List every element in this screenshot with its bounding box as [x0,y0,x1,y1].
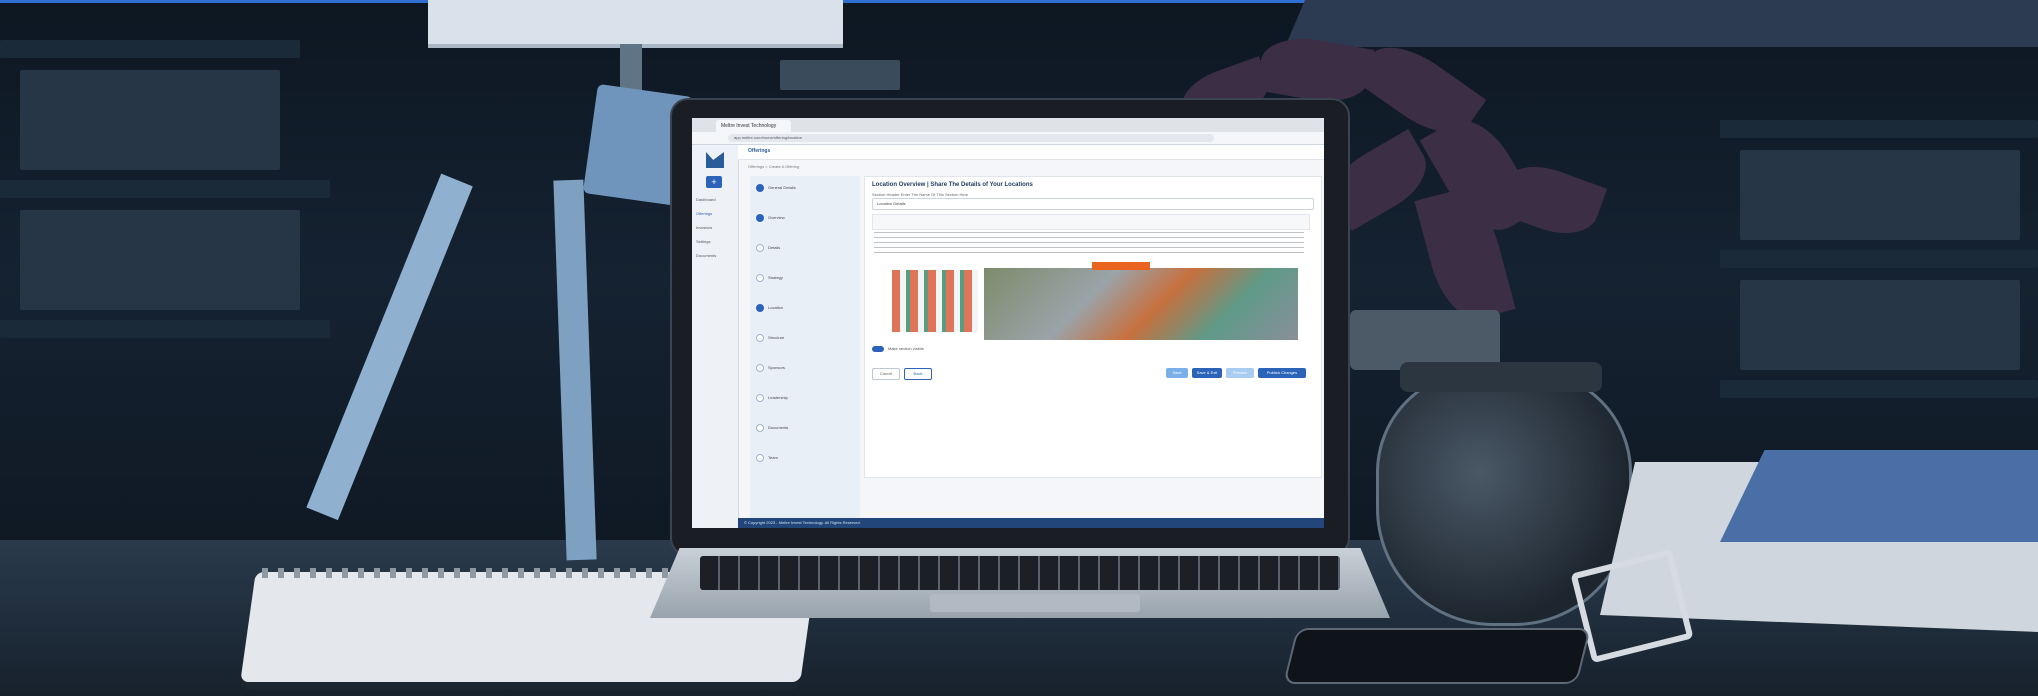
shelf [0,40,300,58]
save-exit-button: Save & Exit [1192,368,1222,378]
back-button: Back [904,368,932,380]
app-header [738,145,1324,160]
laptop-keyboard [700,556,1340,590]
map-label-tag [1092,262,1150,270]
add-button: + [706,176,722,188]
step-dot [756,184,764,192]
sidebar-item: Settings [696,239,711,244]
step-label: Structure [768,335,785,340]
shelf [1720,380,2038,398]
sidebar-item: Investors [696,225,713,230]
step-dot [756,214,764,222]
step-dot [756,364,764,372]
step-label: Sponsors [768,365,785,370]
section-header-field: Location Details [872,198,1314,210]
aerial-photo [984,268,1298,340]
step-label: Leadership [768,395,788,400]
step-label: Details [768,245,781,250]
breadcrumb: Offerings > Create A Offering [748,164,800,169]
address-bar: app.meltre.com/home/offering/location [728,134,1214,142]
book-stack [20,210,300,310]
office-desk-photo: Meltre Invest Technology app.meltre.com/… [0,0,2038,696]
desk-lamp-head [428,0,843,48]
visibility-toggle [872,346,884,352]
step-label: Team [768,455,778,460]
step-dot [756,454,764,462]
laptop-trackpad [930,594,1140,612]
step-dot [756,304,764,312]
step-label: General Details [768,185,796,190]
shelf [1720,120,2038,138]
smartphone [1283,628,1591,684]
step-dot [756,424,764,432]
publish-button: Publish Changes [1258,368,1306,378]
step-label: Documents [768,425,789,430]
book-stack [20,70,280,170]
cancel-button: Cancel [872,368,900,380]
shelf [0,180,330,198]
blue-folder [1720,450,2038,542]
step-dot [756,394,764,402]
shelf [0,320,330,338]
jar-lid [1400,362,1602,392]
page-title: Location Overview | Share The Details of… [872,182,1033,188]
step-label: Location [768,305,784,310]
desk-lamp-leg [553,179,597,561]
section-title: Offerings [748,148,771,154]
app-footer: © Copyright 2023 - Meltre Invest Technol… [738,518,1324,528]
laptop-screen: Meltre Invest Technology app.meltre.com/… [692,118,1324,528]
desk-lamp-leg [306,173,473,521]
plant-pot [1350,310,1500,370]
save-button: Save [1166,368,1188,378]
sidebar-item: Dashboard [696,197,716,202]
step-list [750,176,860,522]
step-dot [756,274,764,282]
step-dot [756,244,764,252]
editor-toolbar [872,214,1310,230]
step-dot [756,334,764,342]
shelf-box [780,60,900,90]
corner-banner [1285,0,2038,47]
preview-button: Preview [1226,368,1254,378]
book-stack [1740,280,2020,370]
book-stack [1740,150,2020,240]
sidebar-item: Documents [696,253,717,258]
toggle-label: Make section visible [888,346,924,351]
step-label: Overview [768,215,785,220]
step-label: Strategy [768,275,783,280]
field-label: Section Header Enter The Name Of This Se… [872,192,969,197]
browser-tab: Meltre Invest Technology [716,120,791,132]
sidebar-item: Offerings [696,211,713,216]
shelf [1720,250,2038,268]
editor-text [874,232,1304,256]
site-plan-image [892,270,978,332]
